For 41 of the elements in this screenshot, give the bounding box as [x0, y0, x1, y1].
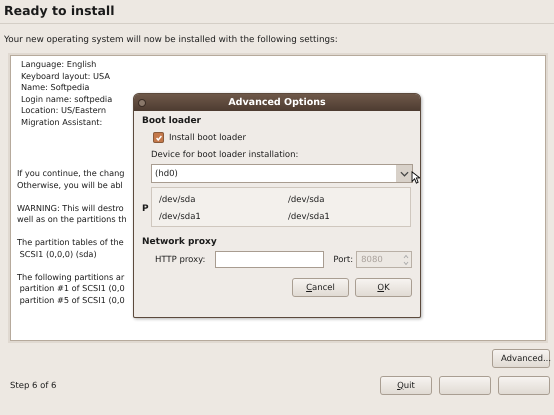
step-label: Step 6 of 6 — [9, 380, 56, 390]
page-title: Ready to install — [4, 3, 116, 18]
summary-line: Name: Softpedia — [21, 82, 90, 94]
checkbox-label: Install boot loader — [169, 132, 246, 142]
section-heading: Boot loader — [142, 116, 202, 126]
summary-line: well as on the partitions th — [17, 214, 127, 226]
dropdown-option[interactable]: /dev/sda /dev/sda — [152, 191, 410, 208]
section-heading: P — [142, 204, 149, 214]
summary-line: Otherwise, you will be abl — [17, 180, 123, 191]
summary-line: Login name: softpedia — [21, 94, 112, 105]
field-label: HTTP proxy: — [155, 254, 206, 264]
summary-line: partition #5 of SCSI1 (0,0 — [18, 294, 125, 306]
checkbox[interactable] — [153, 132, 164, 143]
http-proxy-field[interactable] — [215, 251, 324, 268]
summary-line: Location: US/Eastern — [21, 105, 106, 116]
spin-arrows-icon — [403, 254, 409, 266]
advanced-button[interactable]: Advanced... — [492, 349, 550, 368]
summary-line: WARNING: This will destro — [17, 202, 124, 214]
field-label: Port: — [333, 254, 354, 264]
summary-line: The partition tables of the — [17, 237, 124, 248]
summary-line: The following partitions ar — [17, 272, 124, 283]
field-label: Device for boot loader installation: — [151, 150, 300, 160]
summary-line: If you continue, the chang — [17, 168, 124, 180]
button[interactable] — [498, 376, 550, 395]
dropdown-button[interactable] — [396, 165, 412, 182]
button[interactable] — [439, 376, 491, 395]
ok-button[interactable]: OK — [355, 278, 412, 297]
summary-line: Keyboard layout: USA — [21, 70, 110, 82]
summary-line: SCSI1 (0,0,0) (sda) — [18, 248, 97, 260]
section-heading: Network proxy — [142, 237, 218, 247]
summary-line: Language: English — [21, 59, 96, 70]
close-icon[interactable] — [138, 99, 146, 107]
chevron-down-icon — [400, 170, 408, 176]
subtitle-text: Your new operating system will now be installed with the following settings: — [4, 35, 339, 45]
dropdown-option[interactable]: /dev/sda1 /dev/sda1 — [152, 208, 410, 225]
summary-line: Migration Assistant: — [21, 116, 102, 128]
quit-button[interactable]: Quit — [380, 376, 432, 395]
mouse-cursor-icon — [411, 171, 420, 184]
cancel-button[interactable]: Cancel — [292, 278, 349, 297]
summary-line: partition #1 of SCSI1 (0,0 — [18, 283, 125, 294]
dialog-title: Advanced Options — [228, 97, 326, 108]
